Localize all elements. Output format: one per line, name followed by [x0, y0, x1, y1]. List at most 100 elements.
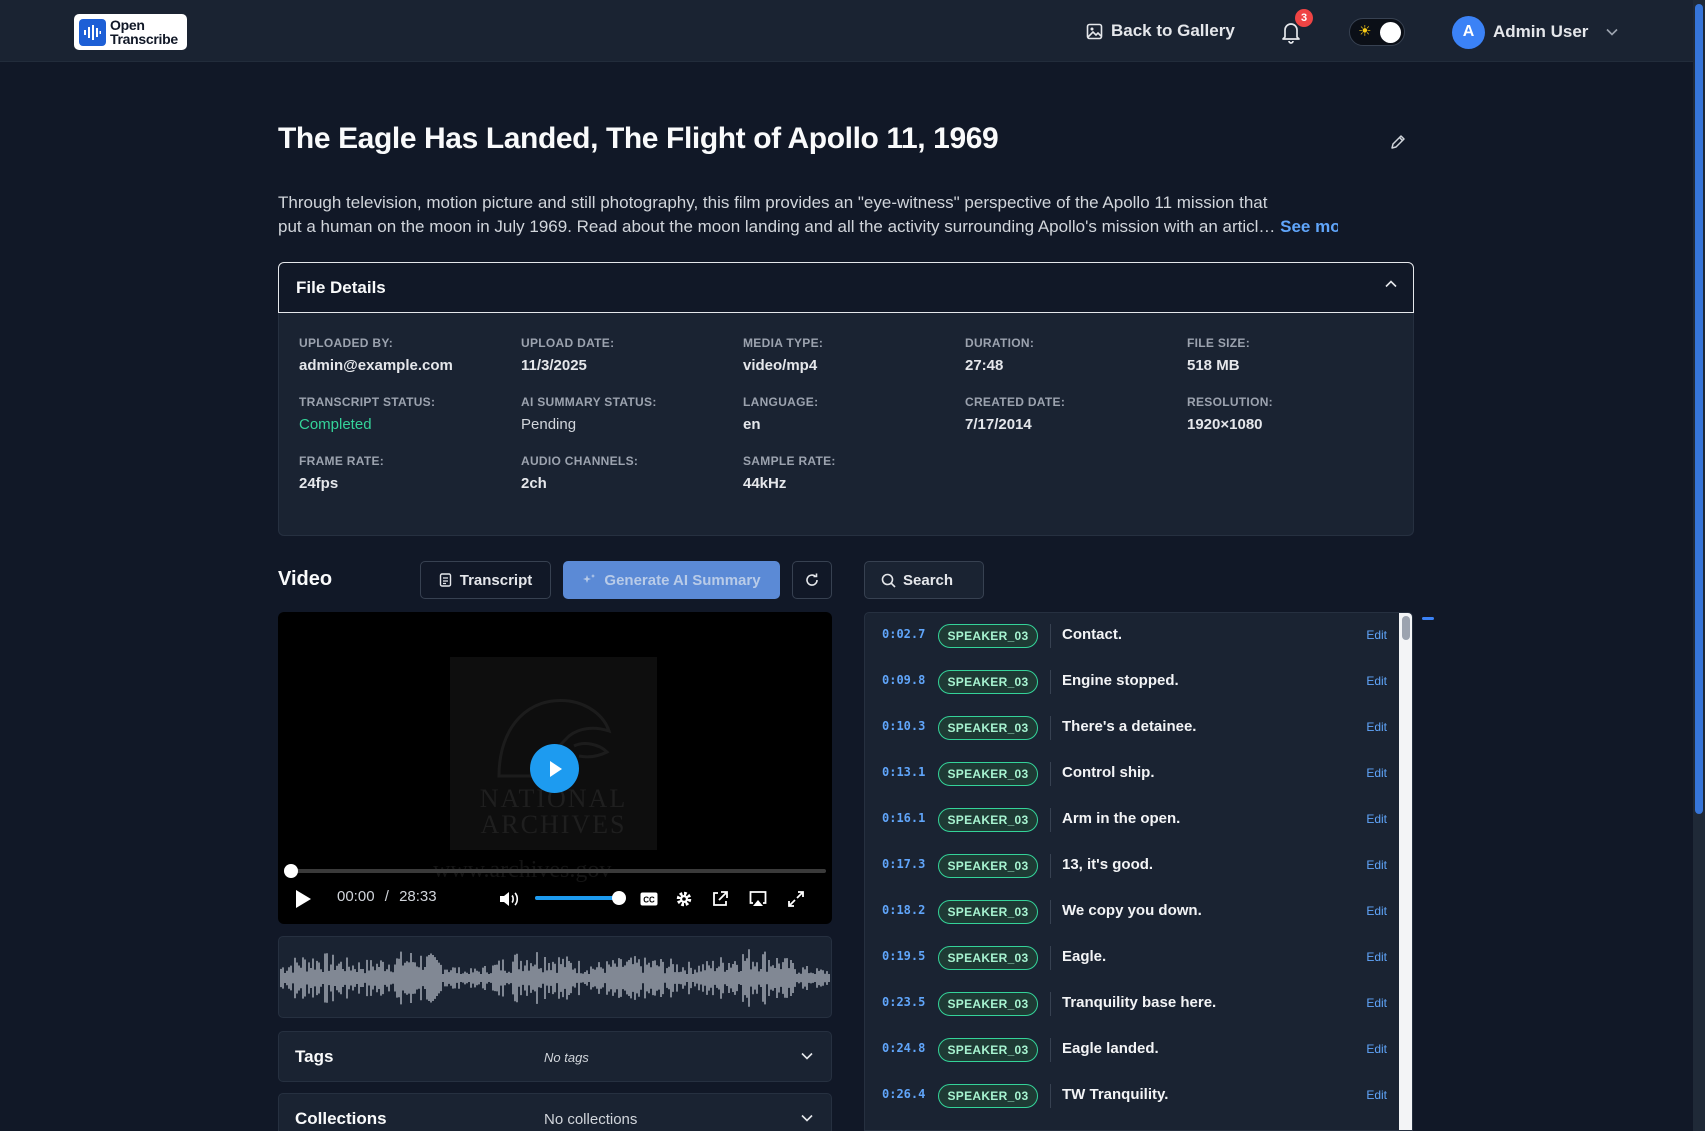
transcript-row[interactable]: 0:18.2 SPEAKER_03 We copy you down. Edit: [865, 889, 1399, 935]
edit-segment-button[interactable]: Edit: [1366, 996, 1387, 1010]
row-divider: [1050, 992, 1051, 1016]
edit-segment-button[interactable]: Edit: [1366, 720, 1387, 734]
segment-timestamp[interactable]: 0:23.5: [882, 995, 925, 1009]
transcript-row[interactable]: 0:17.3 SPEAKER_03 13, it's good. Edit: [865, 843, 1399, 889]
search-icon: [881, 573, 896, 588]
transcript-button[interactable]: Transcript: [420, 561, 551, 599]
segment-timestamp[interactable]: 0:02.7: [882, 627, 925, 641]
detail-label: RESOLUTION:: [1187, 395, 1273, 409]
transcript-row[interactable]: 0:02.7 SPEAKER_03 Contact. Edit: [865, 613, 1399, 659]
edit-segment-button[interactable]: Edit: [1366, 858, 1387, 872]
segment-timestamp[interactable]: 0:09.8: [882, 673, 925, 687]
collections-accordion[interactable]: Collections No collections: [278, 1093, 832, 1131]
play-icon: [549, 760, 562, 777]
tags-value: No tags: [544, 1050, 589, 1065]
airplay-icon[interactable]: [748, 889, 768, 909]
fullscreen-icon[interactable]: [786, 889, 806, 909]
segment-timestamp[interactable]: 0:13.1: [882, 765, 925, 779]
segment-timestamp[interactable]: 0:16.1: [882, 811, 925, 825]
closed-captions-icon[interactable]: CC: [639, 889, 659, 909]
detail-label: SAMPLE RATE:: [743, 454, 836, 468]
waveform-bars: [280, 949, 830, 1007]
segment-timestamp[interactable]: 0:17.3: [882, 857, 925, 871]
speaker-badge[interactable]: SPEAKER_03: [938, 1038, 1038, 1062]
detail-value: video/mp4: [743, 357, 818, 374]
search-placeholder: Search: [903, 571, 954, 589]
detail-label: AI SUMMARY STATUS:: [521, 395, 657, 409]
see-more-link[interactable]: See more: [1280, 217, 1338, 236]
speaker-badge[interactable]: SPEAKER_03: [938, 900, 1038, 924]
segment-timestamp[interactable]: 0:24.8: [882, 1041, 925, 1055]
speaker-badge[interactable]: SPEAKER_03: [938, 716, 1038, 740]
detail-label: FRAME RATE:: [299, 454, 385, 468]
transcript-row[interactable]: 0:09.8 SPEAKER_03 Engine stopped. Edit: [865, 659, 1399, 705]
volume-icon[interactable]: [498, 890, 520, 908]
window-scrollbar-thumb[interactable]: [1695, 4, 1703, 814]
volume-slider[interactable]: [535, 891, 626, 905]
transcript-row[interactable]: 0:26.4 SPEAKER_03 TW Tranquility. Edit: [865, 1073, 1399, 1119]
speaker-badge[interactable]: SPEAKER_03: [938, 1084, 1038, 1108]
transcript-row[interactable]: 0:10.3 SPEAKER_03 There's a detainee. Ed…: [865, 705, 1399, 751]
edit-segment-button[interactable]: Edit: [1366, 904, 1387, 918]
segment-text: Arm in the open.: [1062, 810, 1181, 827]
status-badge: Pending: [521, 416, 577, 433]
play-icon[interactable]: [294, 889, 312, 909]
transcript-scrollbar[interactable]: [1399, 613, 1412, 1130]
speaker-badge[interactable]: SPEAKER_03: [938, 624, 1038, 648]
file-details-heading: File Details: [296, 277, 386, 297]
segment-timestamp[interactable]: 0:18.2: [882, 903, 925, 917]
speaker-badge[interactable]: SPEAKER_03: [938, 762, 1038, 786]
open-transcribe-logo[interactable]: Open Transcribe: [74, 14, 187, 50]
time-display: 00:00 / 28:33: [337, 888, 437, 905]
toggle-knob: [1380, 22, 1401, 43]
speaker-badge[interactable]: SPEAKER_03: [938, 854, 1038, 878]
edit-segment-button[interactable]: Edit: [1366, 1088, 1387, 1102]
transcript-row[interactable]: 0:24.8 SPEAKER_03 Eagle landed. Edit: [865, 1027, 1399, 1073]
external-link-icon[interactable]: [710, 889, 730, 909]
transcript-row[interactable]: 0:23.5 SPEAKER_03 Tranquility base here.…: [865, 981, 1399, 1027]
transcript-scrollbar-thumb[interactable]: [1402, 616, 1410, 640]
refresh-button[interactable]: [792, 561, 832, 599]
generate-ai-summary-button[interactable]: Generate AI Summary: [563, 561, 780, 599]
transcript-row[interactable]: 0:19.5 SPEAKER_03 Eagle. Edit: [865, 935, 1399, 981]
speaker-badge[interactable]: SPEAKER_03: [938, 992, 1038, 1016]
detail-sample-rate: SAMPLE RATE: 44kHz: [743, 454, 836, 492]
time-separator: /: [384, 888, 389, 905]
edit-segment-button[interactable]: Edit: [1366, 674, 1387, 688]
edit-segment-button[interactable]: Edit: [1366, 1042, 1387, 1056]
file-details-toggle[interactable]: File Details: [278, 262, 1414, 313]
speaker-badge[interactable]: SPEAKER_03: [938, 670, 1038, 694]
speaker-badge[interactable]: SPEAKER_03: [938, 946, 1038, 970]
transcript-search-input[interactable]: Search: [864, 561, 984, 599]
video-player[interactable]: NATIONAL ARCHIVES www.archives.gov 00:00…: [278, 612, 832, 924]
transcript-row[interactable]: 0:13.1 SPEAKER_03 Control ship. Edit: [865, 751, 1399, 797]
segment-text: Tranquility base here.: [1062, 994, 1217, 1011]
segment-timestamp[interactable]: 0:26.4: [882, 1087, 925, 1101]
segment-timestamp[interactable]: 0:10.3: [882, 719, 925, 733]
edit-segment-button[interactable]: Edit: [1366, 766, 1387, 780]
video-progress-bar[interactable]: [284, 864, 826, 878]
back-to-gallery-label: Back to Gallery: [1111, 21, 1235, 40]
tags-accordion[interactable]: Tags No tags: [278, 1031, 832, 1082]
audio-waveform[interactable]: [278, 936, 832, 1018]
chevron-up-icon: [1385, 280, 1397, 288]
transcript-row[interactable]: 0:16.1 SPEAKER_03 Arm in the open. Edit: [865, 797, 1399, 843]
speaker-badge[interactable]: SPEAKER_03: [938, 808, 1038, 832]
detail-label: TRANSCRIPT STATUS:: [299, 395, 436, 409]
edit-segment-button[interactable]: Edit: [1366, 812, 1387, 826]
generate-ai-summary-label: Generate AI Summary: [604, 571, 761, 589]
detail-value: en: [743, 416, 761, 433]
edit-segment-button[interactable]: Edit: [1366, 950, 1387, 964]
volume-handle[interactable]: [612, 891, 626, 905]
segment-timestamp[interactable]: 0:19.5: [882, 949, 925, 963]
theme-toggle[interactable]: ☀: [1349, 18, 1405, 46]
big-play-button[interactable]: [530, 744, 579, 793]
edit-segment-button[interactable]: Edit: [1366, 628, 1387, 642]
gear-icon[interactable]: [674, 889, 694, 909]
detail-value: 2ch: [521, 475, 547, 492]
progress-handle[interactable]: [284, 864, 298, 878]
segment-text: There's a detainee.: [1062, 718, 1197, 735]
user-menu[interactable]: A Admin User: [1452, 15, 1618, 49]
back-to-gallery-link[interactable]: Back to Gallery: [1086, 18, 1235, 44]
pencil-icon[interactable]: [1389, 133, 1407, 151]
